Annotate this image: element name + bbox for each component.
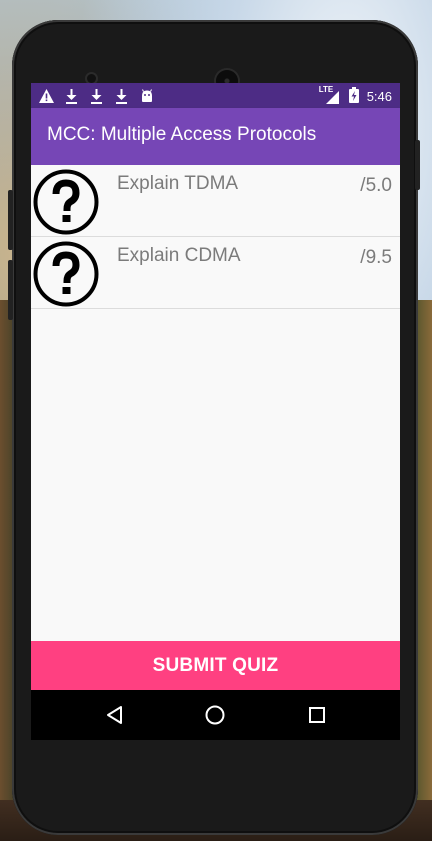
question-mark-icon [33, 169, 99, 235]
home-icon[interactable] [202, 702, 228, 728]
power-button [415, 140, 420, 190]
clock: 5:46 [366, 88, 392, 104]
question-text: Explain TDMA [117, 173, 239, 194]
question-mark-icon [33, 241, 99, 307]
status-bar: LTE 5:46 [31, 83, 400, 108]
notification-icons [39, 86, 154, 106]
warning-icon [39, 89, 54, 104]
device-screen: LTE 5:46 MCC: Multiple Access Protocols … [31, 83, 400, 740]
download-icon [89, 88, 104, 104]
submit-quiz-button[interactable]: SUBMIT QUIZ [31, 641, 400, 690]
status-indicators: LTE 5:46 [319, 85, 392, 106]
app-bar: MCC: Multiple Access Protocols [31, 108, 400, 165]
volume-up-button [8, 190, 13, 250]
navigation-bar [31, 690, 400, 740]
recents-icon[interactable] [304, 702, 330, 728]
android-icon [139, 89, 154, 104]
volume-down-button [8, 260, 13, 320]
question-score: /5.0 [360, 175, 392, 196]
download-icon [114, 88, 129, 104]
back-icon[interactable] [101, 702, 127, 728]
page-title: MCC: Multiple Access Protocols [47, 124, 317, 145]
front-camera [87, 74, 96, 83]
download-icon [64, 88, 79, 104]
battery-icon [348, 86, 359, 106]
list-item[interactable]: Explain CDMA /9.5 [31, 237, 400, 309]
signal-icon: LTE [319, 85, 341, 104]
question-score: /9.5 [360, 247, 392, 268]
list-item[interactable]: Explain TDMA /5.0 [31, 165, 400, 237]
question-list: Explain TDMA /5.0 Explain CDMA /9.5 [31, 165, 400, 309]
question-text: Explain CDMA [117, 245, 241, 266]
